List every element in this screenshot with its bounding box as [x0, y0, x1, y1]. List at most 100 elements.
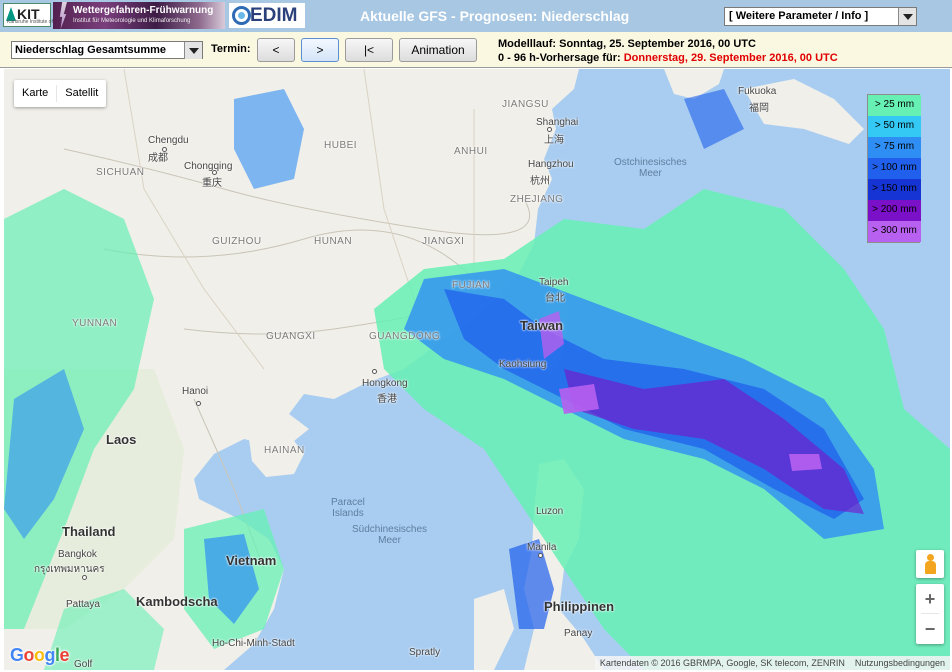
map-attribution: Kartendaten © 2016 GBRMPA, Google, SK te… [594, 656, 950, 670]
forecast-text: 0 - 96 h-Vorhersage für: Donnerstag, 29.… [498, 52, 838, 64]
map-label-panay: Panay [564, 628, 593, 639]
legend-row: > 200 mm [868, 200, 921, 221]
google-logo[interactable]: Google [10, 645, 70, 666]
map-label-fujian: FUJIAN [452, 280, 490, 291]
precip-type-select[interactable]: Niederschlag Gesamtsumme [11, 41, 203, 59]
pegman-body [925, 561, 936, 574]
legend-row: > 25 mm [868, 95, 921, 116]
map-label-laos: Laos [106, 432, 137, 447]
map-label-kambodscha: Kambodscha [136, 594, 218, 609]
cedim-core-icon [238, 12, 245, 19]
model-run-text: Modelllauf: Sonntag, 25. September 2016,… [498, 38, 756, 50]
city-dot-shanghai [547, 127, 552, 132]
wettergefahren-logo[interactable]: Wettergefahren-Frühwarnung Institut für … [53, 2, 225, 29]
parameter-select-value: [ Weitere Parameter / Info ] [729, 10, 869, 22]
city-dot-chengdu [162, 147, 167, 152]
map-label-jiangsu: JIANGSU [502, 99, 549, 110]
map-label-thailand: Thailand [62, 524, 116, 539]
legend-row: > 300 mm [868, 221, 921, 242]
legend-label: > 25 mm [874, 99, 915, 110]
map-label-luzon: Luzon [536, 506, 564, 517]
legend-label: > 200 mm [872, 204, 917, 215]
previous-button[interactable]: < [257, 38, 295, 62]
map-label-bangkok-local: กรุงเทพมหานคร [34, 564, 105, 575]
wettergefahren-logo-subtitle: Institut für Meteorologie und Klimaforsc… [73, 18, 191, 24]
lightning-icon [59, 2, 67, 29]
map-label-hcmc: Ho-Chi-Minh-Stadt [212, 638, 295, 649]
cedim-logo[interactable]: EDIM [229, 3, 305, 28]
map-label-chongqing-cn: 重庆 [202, 178, 222, 189]
map-label-manila: Manila [527, 542, 557, 553]
legend-row: > 100 mm [868, 158, 921, 179]
map-label-kaohsiung: Kaohsiung [499, 359, 547, 370]
termin-label: Termin: [211, 43, 251, 55]
map-label-sichuan: SICHUAN [96, 167, 145, 178]
map-label-guizhou: GUIZHOU [212, 236, 262, 247]
map-label-hangzhou-cn: 杭州 [530, 176, 550, 187]
street-view-pegman-icon[interactable] [916, 550, 944, 578]
map-base [4, 69, 950, 670]
map-label-hunan: HUNAN [314, 236, 353, 247]
precip-area [559, 384, 599, 414]
map-label-paracel: Paracel Islands [331, 497, 365, 519]
legend-row: > 150 mm [868, 179, 921, 200]
zoom-out-button[interactable]: − [916, 614, 944, 644]
map-type-satellit-button[interactable]: Satellit [57, 80, 106, 107]
precip-type-select-value: Niederschlag Gesamtsumme [15, 44, 167, 56]
legend-row: > 75 mm [868, 137, 921, 158]
map-label-ostchinesisches-meer: Ostchinesisches Meer [614, 157, 687, 179]
map-label-hongkong-cn: 香港 [377, 394, 397, 405]
chevron-down-icon[interactable] [184, 42, 202, 59]
city-dot-bangkok [82, 575, 87, 580]
map-data-credit: Kartendaten © 2016 GBRMPA, Google, SK te… [599, 658, 845, 668]
map-label-taiwan: Taiwan [520, 318, 564, 333]
map-label-shanghai-cn: 上海 [544, 135, 564, 146]
map-label-golf: Golf [74, 659, 93, 670]
map-canvas[interactable]: Chengdu 成都 SICHUAN Chongqing 重庆 HUBEI AN… [4, 69, 950, 670]
map-label-vietnam: Vietnam [226, 553, 277, 568]
first-button[interactable]: |< [345, 38, 393, 62]
map-label-fukuoka: Fukuoka [738, 86, 777, 97]
legend-label: > 75 mm [874, 141, 915, 152]
map-label-hangzhou: Hangzhou [528, 159, 574, 170]
map-label-spratly: Spratly [409, 647, 441, 658]
zoom-in-button[interactable]: + [916, 584, 944, 614]
kit-logo[interactable]: KIT Karlsruhe Institute of Technology [3, 3, 79, 27]
city-dot-hongkong [372, 369, 377, 374]
map-type-karte-button[interactable]: Karte [14, 80, 56, 107]
city-dot-chongqing [212, 170, 217, 175]
legend-label: > 100 mm [872, 162, 917, 173]
zoom-control: + − [916, 584, 944, 644]
map-label-hubei: HUBEI [324, 140, 358, 151]
map-label-zhejiang: ZHEJIANG [510, 194, 564, 205]
forecast-date: Donnerstag, 29. September 2016, 00 UTC [623, 52, 838, 64]
toolbar: Niederschlag Gesamtsumme Termin: < > |< … [0, 32, 952, 68]
map-label-pattaya: Pattaya [66, 599, 100, 610]
map-label-taipei: Taipeh [539, 277, 569, 288]
map-label-bangkok: Bangkok [58, 549, 97, 560]
map-label-chengdu: Chengdu [148, 135, 189, 146]
wettergefahren-logo-title: Wettergefahren-Frühwarnung [73, 5, 214, 16]
map-label-taipei-cn: 台北 [545, 293, 565, 304]
map-label-hanoi: Hanoi [182, 386, 209, 397]
terms-of-use-link[interactable]: Nutzungsbedingungen [850, 656, 950, 670]
map-label-shanghai: Shanghai [536, 117, 579, 128]
map-label-philippinen: Philippinen [544, 599, 615, 614]
legend-label: > 300 mm [872, 225, 917, 236]
cedim-logo-text: EDIM [250, 5, 298, 26]
parameter-select[interactable]: [ Weitere Parameter / Info ] [724, 7, 917, 26]
chevron-down-icon[interactable] [898, 8, 916, 25]
map-type-control: Karte Satellit [14, 80, 107, 107]
map-label-guangdong: GUANGDONG [369, 331, 441, 342]
map-label-fukuoka-cn: 福岡 [749, 103, 769, 114]
header-bar: KIT Karlsruhe Institute of Technology We… [0, 0, 952, 32]
next-button[interactable]: > [301, 38, 339, 62]
map-label-guangxi: GUANGXI [266, 331, 316, 342]
map-label-hongkong: Hongkong [362, 378, 408, 389]
map-label-yunnan: YUNNAN [72, 318, 118, 329]
legend-label: > 50 mm [874, 120, 915, 131]
pegman-head [927, 554, 934, 561]
map-label-jiangxi: JIANGXI [422, 236, 465, 247]
animation-button[interactable]: Animation [399, 38, 477, 62]
legend-label: > 150 mm [872, 183, 917, 194]
